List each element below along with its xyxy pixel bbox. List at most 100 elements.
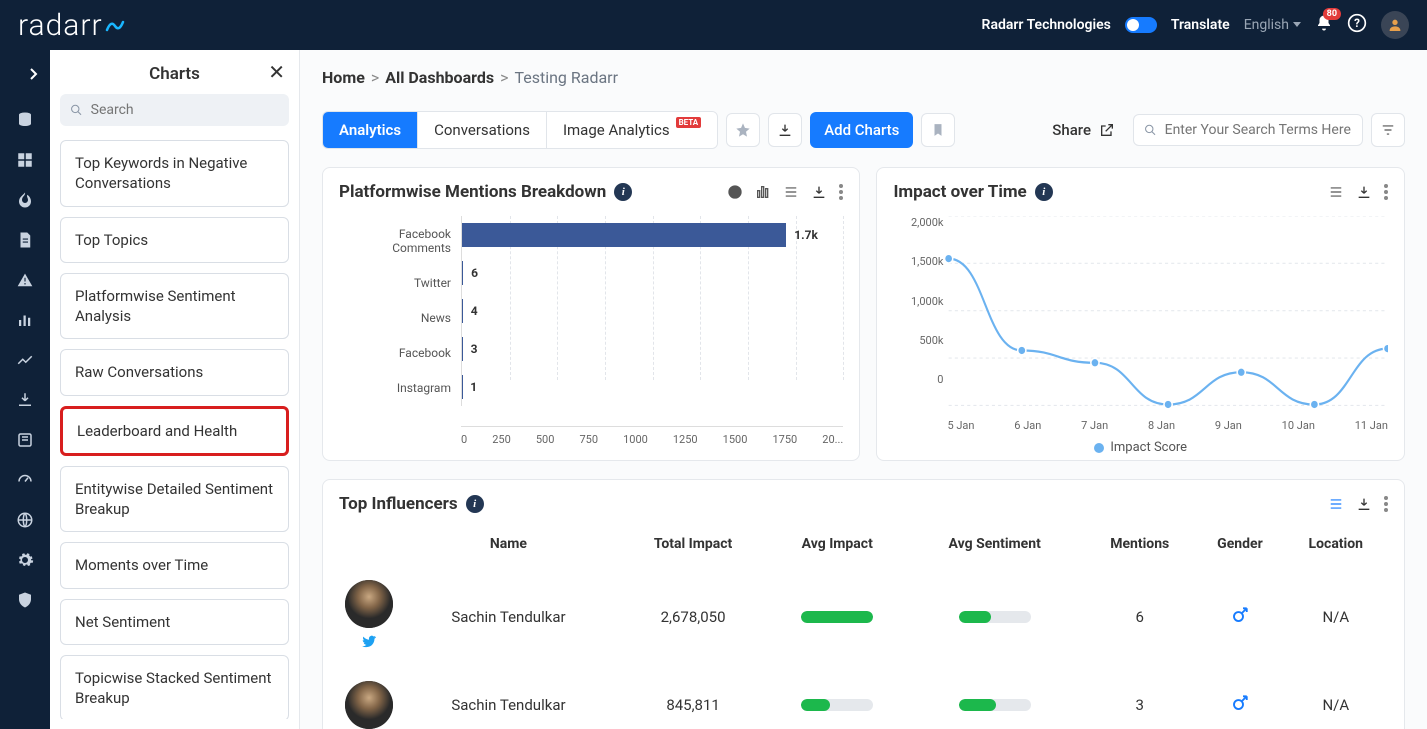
influencers-table: NameTotal ImpactAvg ImpactAvg SentimentM…: [339, 528, 1388, 729]
view-bar-button[interactable]: [755, 184, 771, 200]
trend-icon: [16, 351, 34, 369]
column-header[interactable]: Avg Sentiment: [906, 528, 1083, 566]
chart-search-input[interactable]: [91, 102, 279, 118]
search-terms[interactable]: [1133, 114, 1363, 146]
nav-rail: [0, 50, 50, 729]
nav-database[interactable]: [15, 110, 35, 130]
tab-analytics[interactable]: Analytics: [323, 112, 418, 148]
legend-label: Impact Score: [1110, 440, 1187, 455]
nav-global[interactable]: [15, 510, 35, 530]
download-chart-button[interactable]: [811, 184, 827, 200]
chart-list-item[interactable]: Net Sentiment: [60, 599, 289, 645]
nav-analytics[interactable]: [15, 310, 35, 330]
favorite-button[interactable]: [726, 113, 760, 147]
notifications-button[interactable]: 80: [1315, 14, 1333, 36]
chart-menu-button[interactable]: [839, 184, 843, 200]
chart-list-item[interactable]: Platformwise Sentiment Analysis: [60, 273, 289, 340]
table-row[interactable]: Sachin Tendulkar2,678,0506N/A: [339, 566, 1388, 667]
total-impact: 845,811: [618, 667, 768, 729]
column-header[interactable]: Gender: [1196, 528, 1283, 566]
close-sidebar-button[interactable]: ✕: [268, 60, 285, 84]
nav-speed[interactable]: [15, 470, 35, 490]
breadcrumb-current: Testing Radarr: [514, 68, 618, 87]
bar-value: 3: [471, 342, 478, 356]
data-point[interactable]: [945, 254, 953, 263]
add-charts-button[interactable]: Add Charts: [810, 112, 913, 148]
bar[interactable]: [462, 223, 786, 247]
info-icon[interactable]: i: [466, 495, 484, 513]
download-chart-button[interactable]: [1356, 184, 1372, 200]
nav-reports[interactable]: [15, 230, 35, 250]
info-icon[interactable]: i: [614, 183, 632, 201]
grid-icon: [16, 151, 34, 169]
nav-library[interactable]: [15, 430, 35, 450]
download-dashboard-button[interactable]: [768, 113, 802, 147]
view-list-button[interactable]: [1328, 185, 1344, 199]
table-row[interactable]: Sachin Tendulkar845,8113N/A: [339, 667, 1388, 729]
nav-dashboards[interactable]: [15, 150, 35, 170]
column-header[interactable]: Mentions: [1083, 528, 1196, 566]
mentions: 6: [1083, 566, 1196, 667]
influencer-avatar[interactable]: [345, 681, 393, 729]
breadcrumb: Home > All Dashboards > Testing Radarr: [322, 68, 1405, 87]
view-pie-button[interactable]: [727, 184, 743, 200]
column-header[interactable]: Name: [399, 528, 618, 566]
translate-toggle[interactable]: [1125, 17, 1157, 33]
chart-list-item[interactable]: Leaderboard and Health: [60, 406, 289, 456]
bookmark-button[interactable]: [921, 113, 955, 147]
data-point[interactable]: [1018, 346, 1026, 355]
data-point[interactable]: [1384, 344, 1388, 353]
column-header[interactable]: Avg Impact: [768, 528, 906, 566]
chart-search[interactable]: [60, 94, 289, 126]
search-terms-input[interactable]: [1165, 122, 1352, 138]
nav-archive[interactable]: [15, 590, 35, 610]
chart-list-item[interactable]: Topicwise Stacked Sentiment Breakup: [60, 655, 289, 719]
data-point[interactable]: [1311, 400, 1319, 409]
collapse-sidebar-button[interactable]: [24, 64, 44, 84]
data-point[interactable]: [1238, 368, 1246, 377]
chart-list-item[interactable]: Top Keywords in Negative Conversations: [60, 140, 289, 207]
nav-trending[interactable]: [15, 190, 35, 210]
data-point[interactable]: [1164, 400, 1172, 409]
gauge-icon: [16, 471, 34, 489]
tab-image-analytics[interactable]: Image AnalyticsBETA: [547, 112, 717, 148]
translate-label: Translate: [1171, 17, 1230, 33]
chart-menu-button[interactable]: [1384, 496, 1388, 512]
info-icon[interactable]: i: [1035, 183, 1053, 201]
chart-list-item[interactable]: Top Topics: [60, 217, 289, 263]
download-chart-button[interactable]: [1356, 496, 1372, 512]
org-name[interactable]: Radarr Technologies: [982, 17, 1111, 33]
view-list-button[interactable]: [1328, 497, 1344, 511]
logo-wave-icon: [105, 18, 125, 32]
bar[interactable]: [462, 261, 463, 285]
influencer-avatar[interactable]: [345, 580, 393, 628]
chart-list-item[interactable]: Moments over Time: [60, 542, 289, 588]
search-icon: [1144, 123, 1157, 137]
view-list-button[interactable]: [783, 185, 799, 199]
view-tabs: Analytics Conversations Image AnalyticsB…: [322, 111, 718, 149]
nav-alerts[interactable]: [15, 270, 35, 290]
nav-trends[interactable]: [15, 350, 35, 370]
chart-menu-button[interactable]: [1384, 184, 1388, 200]
breadcrumb-home[interactable]: Home: [322, 68, 365, 87]
tab-conversations[interactable]: Conversations: [418, 112, 547, 148]
share-button[interactable]: Share: [1052, 121, 1115, 139]
user-avatar[interactable]: [1381, 11, 1409, 39]
kebab-icon: [839, 184, 843, 200]
nav-settings[interactable]: [15, 550, 35, 570]
breadcrumb-all[interactable]: All Dashboards: [385, 68, 494, 87]
help-button[interactable]: ?: [1347, 13, 1367, 37]
data-point[interactable]: [1091, 358, 1099, 367]
bar[interactable]: [462, 337, 463, 361]
chart-list-item[interactable]: Raw Conversations: [60, 349, 289, 395]
bar[interactable]: [462, 299, 463, 323]
column-header[interactable]: Total Impact: [618, 528, 768, 566]
card-title: Top Influencers: [339, 494, 458, 514]
filter-button[interactable]: [1371, 113, 1405, 147]
nav-downloads[interactable]: [15, 390, 35, 410]
chart-list-item[interactable]: Entitywise Detailed Sentiment Breakup: [60, 466, 289, 533]
star-icon: [735, 122, 751, 138]
filter-icon: [1380, 123, 1396, 137]
language-selector[interactable]: English: [1244, 17, 1301, 33]
column-header[interactable]: Location: [1284, 528, 1388, 566]
